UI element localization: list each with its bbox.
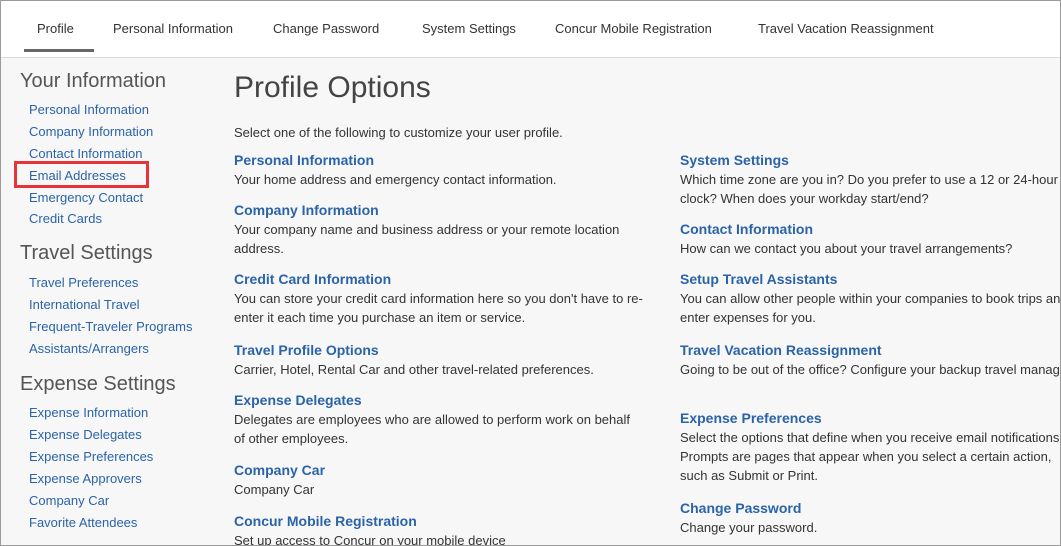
option-title-link[interactable]: Concur Mobile Registration bbox=[234, 513, 644, 529]
option-title-link[interactable]: Contact Information bbox=[680, 221, 1060, 237]
option-description: Select the options that define when you … bbox=[680, 430, 1060, 483]
sidebar-item-contact-information[interactable]: Contact Information bbox=[29, 146, 142, 161]
option-description: Your home address and emergency contact … bbox=[234, 172, 557, 187]
sidebar-item-favorite-attendees[interactable]: Favorite Attendees bbox=[29, 515, 137, 530]
sidebar-item-expense-information[interactable]: Expense Information bbox=[29, 405, 148, 420]
option-company-car: Company Car Company Car bbox=[234, 462, 644, 499]
option-description: You can store your credit card informati… bbox=[234, 291, 643, 325]
sidebar-item-company-information[interactable]: Company Information bbox=[29, 124, 153, 139]
option-description: How can we contact you about your travel… bbox=[680, 241, 1013, 256]
option-title-link[interactable]: Expense Delegates bbox=[234, 392, 644, 408]
option-change-password: Change Password Change your password. bbox=[680, 500, 1060, 537]
option-expense-delegates: Expense Delegates Delegates are employee… bbox=[234, 392, 644, 448]
option-title-link[interactable]: Setup Travel Assistants bbox=[680, 271, 1060, 287]
sidebar-item-travel-preferences[interactable]: Travel Preferences bbox=[29, 275, 138, 290]
option-travel-profile-options: Travel Profile Options Carrier, Hotel, R… bbox=[234, 342, 644, 379]
sidebar-heading-travel-settings: Travel Settings bbox=[20, 242, 153, 264]
option-title-link[interactable]: Expense Preferences bbox=[680, 410, 1060, 426]
sidebar-item-assistants-arrangers[interactable]: Assistants/Arrangers bbox=[29, 341, 149, 356]
option-title-link[interactable]: Change Password bbox=[680, 500, 1060, 516]
sidebar-item-expense-approvers[interactable]: Expense Approvers bbox=[29, 471, 142, 486]
option-title-link[interactable]: Travel Profile Options bbox=[234, 342, 644, 358]
option-description: Carrier, Hotel, Rental Car and other tra… bbox=[234, 362, 594, 377]
sidebar-item-company-car[interactable]: Company Car bbox=[29, 493, 109, 508]
option-description: Change your password. bbox=[680, 520, 818, 535]
options-right-column: System Settings Which time zone are you … bbox=[680, 1, 1060, 545]
sidebar-heading-expense-settings: Expense Settings bbox=[20, 373, 176, 395]
tab-personal-information[interactable]: Personal Information bbox=[113, 21, 233, 36]
option-description: Delegates are employees who are allowed … bbox=[234, 412, 630, 446]
page-title: Profile Options bbox=[234, 71, 431, 104]
sidebar-item-international-travel[interactable]: International Travel bbox=[29, 297, 140, 312]
option-description: Your company name and business address o… bbox=[234, 222, 620, 256]
tab-profile[interactable]: Profile bbox=[37, 21, 74, 36]
option-description: Going to be out of the office? Configure… bbox=[680, 362, 1060, 377]
tab-system-settings[interactable]: System Settings bbox=[422, 21, 516, 36]
option-title-link[interactable]: Company Car bbox=[234, 462, 644, 478]
option-description: You can allow other people within your c… bbox=[680, 291, 1060, 325]
option-description: Company Car bbox=[234, 482, 315, 497]
option-credit-card-information: Credit Card Information You can store yo… bbox=[234, 271, 644, 327]
option-personal-information: Personal Information Your home address a… bbox=[234, 152, 644, 189]
profile-page: Profile Personal Information Change Pass… bbox=[0, 0, 1061, 546]
option-title-link[interactable]: Company Information bbox=[234, 202, 644, 218]
option-title-link[interactable]: Credit Card Information bbox=[234, 271, 644, 287]
option-title-link[interactable]: System Settings bbox=[680, 152, 1060, 168]
option-title-link[interactable]: Travel Vacation Reassignment bbox=[680, 342, 1060, 358]
option-description: Which time zone are you in? Do you prefe… bbox=[680, 172, 1058, 206]
option-setup-travel-assistants: Setup Travel Assistants You can allow ot… bbox=[680, 271, 1060, 327]
highlight-box bbox=[14, 161, 149, 188]
sidebar-item-personal-information[interactable]: Personal Information bbox=[29, 102, 149, 117]
option-concur-mobile-registration: Concur Mobile Registration Set up access… bbox=[234, 513, 644, 546]
tab-change-password[interactable]: Change Password bbox=[273, 21, 379, 36]
sidebar-heading-your-information: Your Information bbox=[20, 70, 167, 92]
sidebar-item-expense-delegates[interactable]: Expense Delegates bbox=[29, 427, 142, 442]
active-tab-indicator bbox=[24, 49, 94, 52]
sidebar-item-frequent-traveler-programs[interactable]: Frequent-Traveler Programs bbox=[29, 319, 193, 334]
sidebar-item-expense-preferences[interactable]: Expense Preferences bbox=[29, 449, 153, 464]
sidebar-item-credit-cards[interactable]: Credit Cards bbox=[29, 211, 102, 226]
option-contact-information: Contact Information How can we contact y… bbox=[680, 221, 1060, 258]
option-expense-preferences: Expense Preferences Select the options t… bbox=[680, 410, 1060, 485]
option-company-information: Company Information Your company name an… bbox=[234, 202, 644, 258]
option-title-link[interactable]: Personal Information bbox=[234, 152, 644, 168]
intro-text: Select one of the following to customize… bbox=[234, 125, 563, 140]
option-travel-vacation-reassignment: Travel Vacation Reassignment Going to be… bbox=[680, 342, 1060, 379]
option-system-settings: System Settings Which time zone are you … bbox=[680, 152, 1060, 208]
option-description: Set up access to Concur on your mobile d… bbox=[234, 533, 506, 546]
sidebar-item-emergency-contact[interactable]: Emergency Contact bbox=[29, 190, 143, 205]
